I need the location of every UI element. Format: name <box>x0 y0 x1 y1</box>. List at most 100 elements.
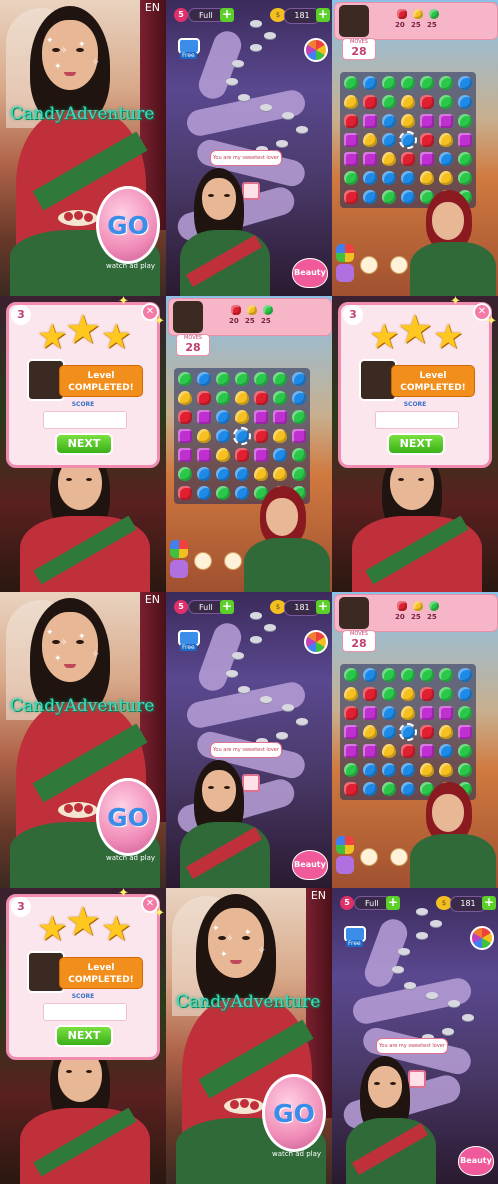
level-node[interactable] <box>232 60 244 67</box>
lucky-wheel-icon[interactable] <box>304 38 328 62</box>
board-cell[interactable] <box>214 408 232 426</box>
candy-piece[interactable] <box>439 744 453 758</box>
settings-gear-icon[interactable] <box>336 856 354 874</box>
candy-piece[interactable] <box>344 133 358 147</box>
candy-piece[interactable] <box>273 467 287 481</box>
candy-piece[interactable] <box>458 668 472 682</box>
board-cell[interactable] <box>176 389 194 407</box>
settings-gear-icon[interactable] <box>336 264 354 282</box>
board-cell[interactable] <box>342 780 360 798</box>
candy-piece[interactable] <box>216 372 230 386</box>
candy-piece[interactable] <box>458 95 472 109</box>
candy-piece[interactable] <box>439 95 453 109</box>
candy-piece[interactable] <box>197 486 211 500</box>
board-cell[interactable] <box>252 370 270 388</box>
board-cell[interactable] <box>361 112 379 130</box>
candy-piece[interactable] <box>344 171 358 185</box>
color-bomb-booster[interactable] <box>336 836 354 854</box>
level-node[interactable] <box>282 112 294 119</box>
candy-piece[interactable] <box>399 131 417 149</box>
candy-piece[interactable] <box>344 763 358 777</box>
board-cell[interactable] <box>176 465 194 483</box>
board-cell[interactable] <box>418 742 436 760</box>
board-cell[interactable] <box>380 188 398 206</box>
level-node[interactable] <box>462 1014 474 1021</box>
board-cell[interactable] <box>214 389 232 407</box>
candy-piece[interactable] <box>178 372 192 386</box>
candy-piece[interactable] <box>439 668 453 682</box>
candy-piece[interactable] <box>439 171 453 185</box>
board-cell[interactable] <box>195 465 213 483</box>
watch-ad-label[interactable]: watch ad play <box>272 1150 321 1158</box>
board-cell[interactable] <box>418 74 436 92</box>
candy-piece[interactable] <box>382 725 396 739</box>
board-cell[interactable] <box>418 112 436 130</box>
candy-piece[interactable] <box>458 152 472 166</box>
candy-piece[interactable] <box>178 448 192 462</box>
board-cell[interactable] <box>437 685 455 703</box>
level-node[interactable] <box>282 704 294 711</box>
board-cell[interactable] <box>437 704 455 722</box>
board-cell[interactable] <box>361 742 379 760</box>
candy-piece[interactable] <box>178 486 192 500</box>
candy-piece[interactable] <box>344 782 358 796</box>
free-label[interactable]: Free <box>180 644 197 651</box>
board-cell[interactable] <box>418 93 436 111</box>
board-cell[interactable] <box>176 446 194 464</box>
board-cell[interactable] <box>195 427 213 445</box>
candy-piece[interactable] <box>363 763 377 777</box>
board-cell[interactable] <box>176 484 194 502</box>
game-board[interactable] <box>340 72 476 208</box>
color-bomb-booster[interactable] <box>170 540 188 558</box>
level-node[interactable] <box>264 624 276 631</box>
go-button[interactable]: GO <box>96 186 160 264</box>
candy-piece[interactable] <box>363 706 377 720</box>
level-node[interactable] <box>238 686 250 693</box>
board-cell[interactable] <box>290 465 308 483</box>
candy-piece[interactable] <box>401 95 415 109</box>
candy-piece[interactable] <box>401 76 415 90</box>
board-cell[interactable] <box>399 112 417 130</box>
board-cell[interactable] <box>456 723 474 741</box>
candy-piece[interactable] <box>197 429 211 443</box>
candy-piece[interactable] <box>458 133 472 147</box>
candy-piece[interactable] <box>420 133 434 147</box>
candy-piece[interactable] <box>292 467 306 481</box>
board-cell[interactable] <box>437 131 455 149</box>
board-cell[interactable] <box>418 150 436 168</box>
board-cell[interactable] <box>361 169 379 187</box>
add-coins-button[interactable]: + <box>316 600 330 614</box>
candy-piece[interactable] <box>216 467 230 481</box>
candy-piece[interactable] <box>363 152 377 166</box>
candy-piece[interactable] <box>363 95 377 109</box>
board-cell[interactable] <box>342 685 360 703</box>
level-node[interactable] <box>296 718 308 725</box>
level-node[interactable] <box>416 908 428 915</box>
add-lives-button[interactable]: + <box>386 896 400 910</box>
board-cell[interactable] <box>252 427 270 445</box>
board-cell[interactable] <box>271 370 289 388</box>
board-cell[interactable] <box>456 74 474 92</box>
board-cell[interactable] <box>380 761 398 779</box>
candy-piece[interactable] <box>439 763 453 777</box>
booster-slot[interactable] <box>194 552 212 570</box>
language-button[interactable]: EN <box>145 1 160 14</box>
board-cell[interactable] <box>380 704 398 722</box>
board-cell[interactable] <box>399 761 417 779</box>
candy-piece[interactable] <box>178 410 192 424</box>
board-cell[interactable] <box>271 446 289 464</box>
level-node[interactable] <box>238 94 250 101</box>
candy-piece[interactable] <box>382 114 396 128</box>
board-cell[interactable] <box>176 427 194 445</box>
candy-piece[interactable] <box>401 171 415 185</box>
go-button[interactable]: GO <box>96 778 160 856</box>
board-cell[interactable] <box>195 446 213 464</box>
board-cell[interactable] <box>380 742 398 760</box>
candy-piece[interactable] <box>439 152 453 166</box>
level-node[interactable] <box>260 104 272 111</box>
board-cell[interactable] <box>271 389 289 407</box>
candy-piece[interactable] <box>420 725 434 739</box>
board-cell[interactable] <box>361 93 379 111</box>
candy-piece[interactable] <box>401 152 415 166</box>
board-cell[interactable] <box>214 370 232 388</box>
